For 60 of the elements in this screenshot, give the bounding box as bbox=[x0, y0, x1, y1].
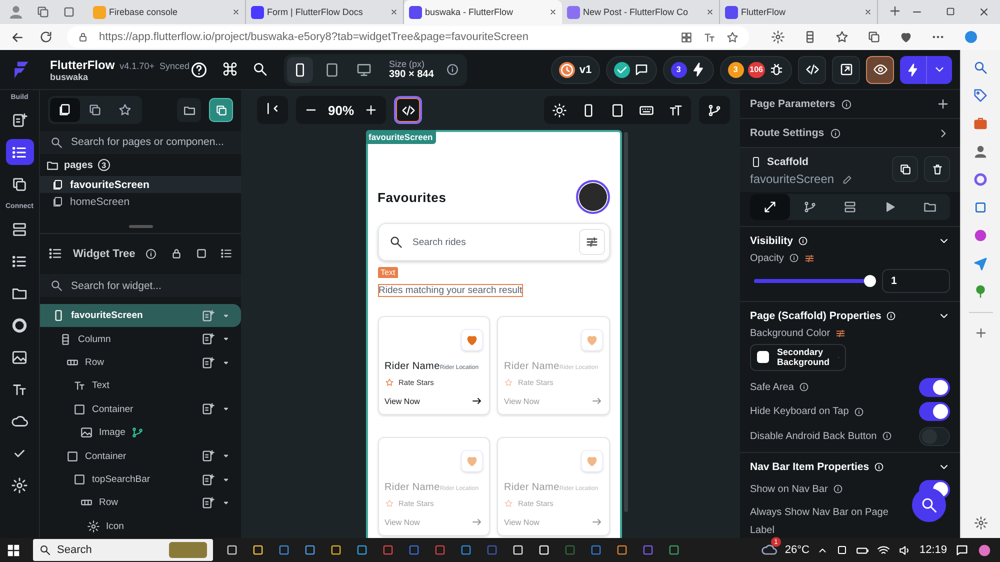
agent-count-badge: 3 bbox=[670, 62, 687, 78]
taskbar-search[interactable]: Search bbox=[33, 539, 213, 561]
search-bar[interactable]: Search for widget... bbox=[40, 274, 241, 298]
error-count-badge[interactable]: 106 bbox=[748, 62, 765, 78]
tree-node[interactable]: Icon bbox=[40, 514, 241, 538]
sync-status: Synced bbox=[159, 60, 190, 70]
tree-node[interactable]: Container bbox=[40, 444, 241, 468]
section-title: Route Settings bbox=[750, 127, 824, 140]
version-label: v4.1.70+ bbox=[120, 60, 154, 70]
tree-node[interactable]: Row bbox=[40, 350, 241, 374]
page-item[interactable]: favouriteScreen bbox=[40, 176, 241, 194]
page-search-field[interactable]: Search for pages or componen... bbox=[71, 136, 231, 148]
field-label: Background Color bbox=[750, 328, 830, 339]
section-title: Nav Bar Item Properties bbox=[750, 461, 870, 474]
subtitle: Rides matching your search result bbox=[378, 284, 524, 297]
widget-search-field[interactable]: Search for widget... bbox=[71, 280, 231, 292]
page-count-badge: 3 bbox=[98, 159, 110, 172]
rider-name: Rider Name bbox=[384, 361, 440, 372]
field-label: Label bbox=[750, 525, 774, 536]
version-button[interactable]: v1 bbox=[551, 56, 600, 84]
selection-tag: Text bbox=[378, 267, 398, 278]
toggle-label: Show on Nav Bar bbox=[750, 484, 828, 495]
rider-name: Rider Name bbox=[504, 361, 560, 372]
widget-type: Scaffold bbox=[767, 156, 808, 168]
browser-tab[interactable]: buswaka - FlutterFlow bbox=[404, 0, 562, 24]
toggle-label: Hide Keyboard on Tap bbox=[750, 406, 849, 418]
tree-node[interactable]: Text bbox=[40, 374, 241, 398]
project-name: buswaka bbox=[50, 72, 90, 82]
size-label: Size (px) bbox=[389, 59, 426, 69]
temperature: 26°C bbox=[784, 544, 810, 556]
pages-heading: pages bbox=[64, 160, 93, 171]
page-label: favouriteScreen bbox=[366, 130, 436, 144]
tree-node[interactable]: Container bbox=[40, 398, 241, 422]
tree-node[interactable]: Row bbox=[40, 491, 241, 515]
opacity-input[interactable]: 1 bbox=[882, 268, 950, 293]
rider-name: Rider Name bbox=[504, 482, 560, 493]
address-bar[interactable]: https://app.flutterflow.io/project/buswaka-e5ory8?tab=widgetTree&page=favouriteScreen bbox=[67, 26, 749, 48]
tree-node[interactable]: Column bbox=[40, 327, 241, 351]
color-picker[interactable]: Secondary Background bbox=[750, 344, 846, 372]
page-item[interactable]: homeScreen bbox=[40, 193, 241, 211]
tree-node[interactable]: topSearchBar bbox=[40, 468, 241, 492]
app-name: FlutterFlow bbox=[50, 58, 115, 72]
view-now-link[interactable]: View Now bbox=[384, 395, 483, 407]
search-bar[interactable]: Search rides bbox=[378, 223, 610, 261]
toggle-label: Safe Area bbox=[750, 382, 794, 393]
widget-name: favouriteScreen bbox=[750, 172, 834, 186]
section-title: Page Parameters bbox=[750, 98, 836, 110]
rider-name: Rider Name bbox=[384, 482, 440, 493]
toggle-label: Disable Android Back Button bbox=[750, 430, 877, 442]
screen-title: Favourites bbox=[378, 190, 446, 204]
field-label: Opacity bbox=[750, 252, 784, 264]
section-title: Visibility bbox=[750, 234, 793, 247]
section-title: Page (Scaffold) Properties bbox=[750, 310, 882, 322]
clock-time: 12:19 bbox=[919, 544, 947, 556]
panel-title: Widget Tree bbox=[73, 248, 136, 260]
tree-node[interactable]: Image bbox=[40, 421, 241, 444]
size-value: 390 × 844 bbox=[389, 69, 434, 80]
field-label: Always Show Nav Bar on Page bbox=[750, 506, 888, 518]
search-bar[interactable]: Search for pages or componen... bbox=[40, 131, 241, 154]
zoom-level: 90% bbox=[328, 102, 354, 118]
